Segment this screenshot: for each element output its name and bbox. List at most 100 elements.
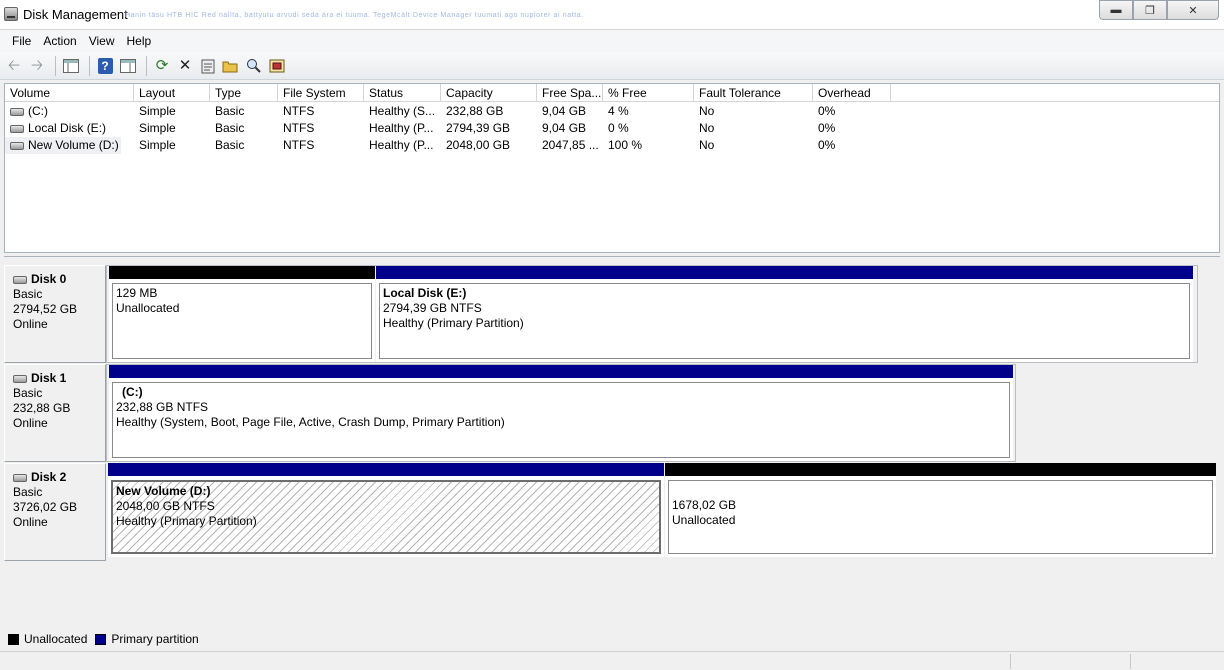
column-header-status[interactable]: Status — [364, 84, 441, 102]
volume-row[interactable]: (C:) Simple Basic NTFS Healthy (S... 232… — [5, 103, 1219, 120]
partition-bar — [665, 463, 1216, 476]
volume-free-space: 9,04 GB — [542, 104, 587, 118]
disk-status: Online — [13, 515, 48, 529]
volume-layout: Simple — [139, 121, 176, 135]
title-bar: Disk Management Hanin täsu HTB HIC Red n… — [0, 0, 1224, 30]
volume-status: Healthy (P... — [369, 121, 434, 135]
partition-detail: Healthy (Primary Partition) — [383, 316, 524, 330]
menu-file[interactable]: File — [6, 31, 37, 51]
volume-row[interactable]: Local Disk (E:) Simple Basic NTFS Health… — [5, 120, 1219, 137]
status-bar — [0, 651, 1224, 670]
toolbar-separator — [55, 55, 56, 76]
drive-icon — [10, 107, 24, 116]
disk-2-label[interactable]: Disk 2 Basic 3726,02 GB Online — [4, 463, 106, 561]
toolbar: 🡠 🡢 ? ⟳ ✕ — [0, 52, 1224, 80]
close-button[interactable]: ✕ — [1167, 0, 1219, 20]
disk-0-partitions: 129 MB Unallocated Local Disk (E:) 2794,… — [106, 265, 1198, 363]
volume-capacity: 232,88 GB — [446, 104, 504, 118]
help-icon[interactable]: ? — [95, 56, 115, 76]
volume-overhead: 0% — [818, 104, 836, 118]
volume-free-space: 2047,85 ... — [542, 138, 599, 152]
restore-icon: ❐ — [1145, 4, 1155, 17]
maximize-button[interactable]: ❐ — [1133, 0, 1167, 20]
disk-name: Disk 0 — [31, 272, 67, 286]
partition-unallocated[interactable]: 1678,02 GB Unallocated — [665, 463, 1216, 557]
search-icon[interactable] — [244, 56, 264, 76]
toolbar-separator — [146, 55, 147, 76]
partition-bar — [109, 266, 375, 279]
disk-type: Basic — [13, 287, 43, 301]
partition-c[interactable]: (C:) 232,88 GB NTFS Healthy (System, Boo… — [109, 365, 1013, 461]
volume-percent-free: 4 % — [608, 104, 629, 118]
properties-pane-icon[interactable] — [118, 56, 138, 76]
delete-icon[interactable]: ✕ — [175, 56, 195, 76]
menu-view[interactable]: View — [83, 31, 121, 51]
minimize-button[interactable]: ▬ — [1099, 0, 1133, 20]
status-segment — [1010, 654, 1011, 669]
column-header-free-space[interactable]: Free Spa... — [537, 84, 603, 102]
partition-local-disk-e[interactable]: Local Disk (E:) 2794,39 GB NTFS Healthy … — [376, 266, 1193, 362]
forward-arrow-icon[interactable]: 🡢 — [27, 56, 47, 76]
column-header-type[interactable]: Type — [210, 84, 278, 102]
disk-size: 2794,52 GB — [13, 302, 78, 316]
open-folder-icon[interactable] — [221, 56, 241, 76]
disk-status: Online — [13, 416, 48, 430]
partition-bar — [109, 365, 1013, 378]
column-header-overhead[interactable]: Overhead — [813, 84, 891, 102]
console-tree-icon[interactable] — [61, 56, 81, 76]
disk-0-label[interactable]: Disk 0 Basic 2794,52 GB Online — [4, 265, 106, 363]
disk-settings-icon[interactable] — [267, 56, 287, 76]
partition-detail: Healthy (System, Boot, Page File, Active… — [116, 415, 505, 429]
drive-icon — [10, 124, 24, 133]
back-arrow-icon[interactable]: 🡠 — [4, 56, 24, 76]
legend-swatch — [8, 633, 19, 645]
disk-management-app-icon — [4, 7, 18, 21]
disk-icon — [13, 473, 27, 482]
disk-type: Basic — [13, 485, 43, 499]
properties-icon[interactable] — [198, 56, 218, 76]
menu-help[interactable]: Help — [121, 31, 158, 51]
window-title: Disk Management — [23, 7, 128, 22]
disk-graphical-view: Disk 0 Basic 2794,52 GB Online 129 MB Un… — [4, 256, 1220, 628]
disk-1-label[interactable]: Disk 1 Basic 232,88 GB Online — [4, 364, 106, 462]
partition-size: 2794,39 GB NTFS — [383, 301, 482, 315]
volume-status: Healthy (S... — [369, 104, 436, 118]
volume-row[interactable]: New Volume (D:) Simple Basic NTFS Health… — [5, 137, 1219, 154]
partition-detail: Healthy (Primary Partition) — [116, 514, 257, 528]
column-header-layout[interactable]: Layout — [134, 84, 210, 102]
title-overlay-text: Hanin täsu HTB HIC Red nallta, battyutu … — [125, 12, 584, 19]
volume-overhead: 0% — [818, 121, 836, 135]
disk-name: Disk 2 — [31, 470, 67, 484]
volume-list[interactable]: Volume Layout Type File System Status Ca… — [4, 83, 1220, 253]
partition-size: 129 MB — [116, 286, 158, 300]
legend: Unallocated Primary partition — [4, 628, 1220, 650]
partition-unallocated[interactable]: 129 MB Unallocated — [109, 266, 375, 362]
partition-name: Local Disk (E:) — [383, 286, 467, 300]
volume-name: New Volume (D:) — [28, 138, 119, 152]
volume-percent-free: 100 % — [608, 138, 643, 152]
disk-type: Basic — [13, 386, 43, 400]
volume-file-system: NTFS — [283, 104, 315, 118]
column-header-volume[interactable]: Volume — [5, 84, 134, 102]
partition-new-volume-d[interactable]: New Volume (D:) 2048,00 GB NTFS Healthy … — [108, 463, 664, 557]
toolbar-separator — [89, 55, 90, 76]
disk-status: Online — [13, 317, 48, 331]
volume-capacity: 2048,00 GB — [446, 138, 511, 152]
disk-icon — [13, 374, 27, 383]
refresh-icon[interactable]: ⟳ — [152, 56, 172, 76]
column-header-capacity[interactable]: Capacity — [441, 84, 537, 102]
legend-swatch — [95, 633, 107, 645]
menu-bar: File Action View Help — [0, 30, 1224, 52]
volume-fault-tolerance: No — [699, 138, 715, 152]
column-header-percent-free[interactable]: % Free — [603, 84, 694, 102]
column-header-fault-tolerance[interactable]: Fault Tolerance — [694, 84, 813, 102]
volume-layout: Simple — [139, 104, 176, 118]
minimize-icon: ▬ — [1110, 4, 1122, 16]
volume-name: Local Disk (E:) — [28, 121, 107, 135]
volume-list-header: Volume Layout Type File System Status Ca… — [5, 84, 1219, 102]
menu-action[interactable]: Action — [37, 31, 82, 51]
partition-detail: Unallocated — [116, 301, 180, 315]
legend-primary-partition: Primary partition — [95, 632, 199, 646]
disk-name: Disk 1 — [31, 371, 67, 385]
column-header-file-system[interactable]: File System — [278, 84, 364, 102]
